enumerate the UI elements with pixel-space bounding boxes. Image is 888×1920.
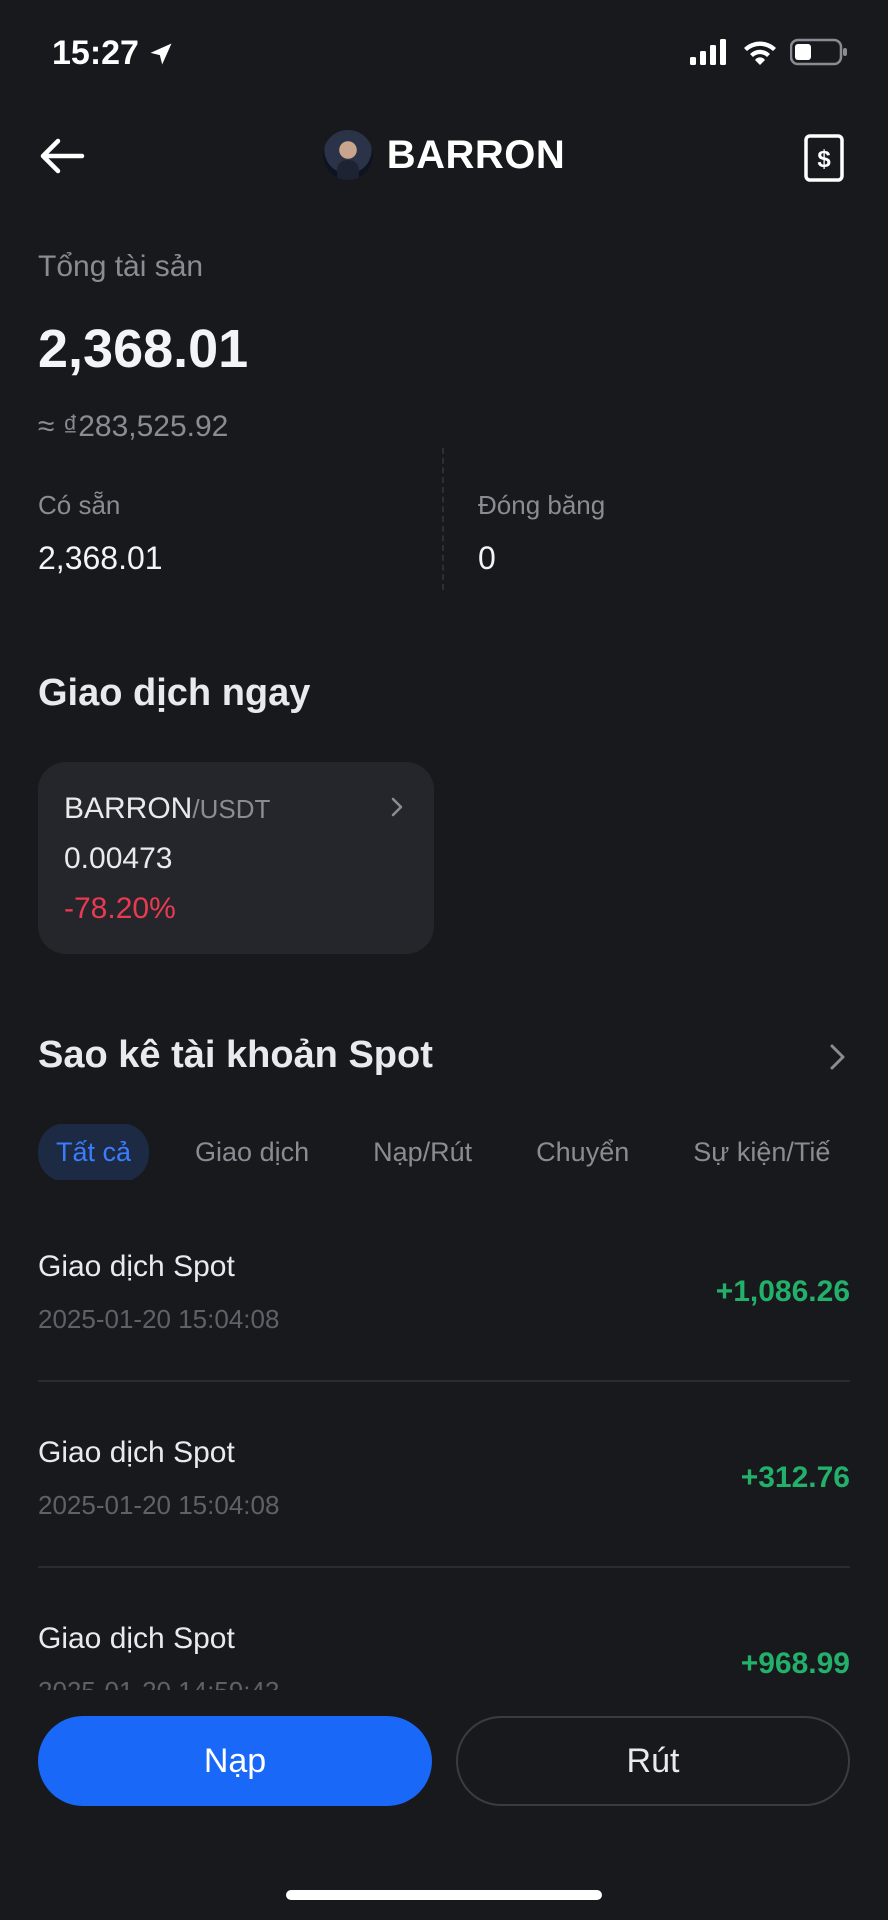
row-time: 2025-01-20 15:04:08	[38, 1304, 280, 1334]
home-indicator[interactable]	[286, 1890, 602, 1900]
header-title-group: BARRON	[0, 130, 888, 180]
pair-base: BARRON	[64, 792, 193, 825]
frozen-value: 0	[478, 540, 496, 576]
page-title: BARRON	[386, 132, 566, 177]
table-row[interactable]: Giao dịch Spot 2025-01-20 15:04:08 +312.…	[0, 1416, 888, 1566]
vertical-divider	[442, 448, 444, 590]
row-amount: +1,086.26	[715, 1275, 850, 1308]
table-row[interactable]: Giao dịch Spot 2025-01-20 15:04:08 +1,08…	[0, 1230, 888, 1380]
pair-name: BARRON/USDT	[64, 792, 270, 826]
status-icons	[690, 38, 848, 66]
deposit-button[interactable]: Nạp	[38, 1716, 432, 1806]
tab-all[interactable]: Tất cả	[38, 1124, 150, 1180]
total-assets-label: Tổng tài sản	[38, 250, 204, 283]
row-amount: +968.99	[740, 1647, 850, 1680]
battery-icon	[790, 38, 847, 66]
row-title: Giao dịch Spot	[38, 1436, 235, 1469]
statement-heading: Sao kê tài khoản Spot	[38, 1034, 433, 1076]
row-amount: +312.76	[740, 1461, 850, 1494]
withdraw-button[interactable]: Rút	[456, 1716, 850, 1806]
tab-deposit-withdraw[interactable]: Nạp/Rút	[373, 1137, 472, 1168]
total-assets-value: 2,368.01	[38, 319, 249, 379]
row-title: Giao dịch Spot	[38, 1250, 235, 1283]
trade-now-heading: Giao dịch ngay	[38, 672, 311, 714]
dollar-document-icon[interactable]: $	[804, 134, 844, 182]
pair-price: 0.00473	[64, 842, 173, 875]
statement-chevron-right-icon[interactable]	[822, 1042, 852, 1072]
tab-transfer[interactable]: Chuyển	[536, 1137, 629, 1168]
chevron-right-icon	[391, 797, 403, 817]
wifi-icon	[744, 41, 776, 65]
row-divider	[38, 1380, 850, 1382]
status-time: 15:27	[52, 34, 175, 73]
total-assets-fiat: ≈ ₫283,525.92	[38, 410, 229, 443]
frozen-label: Đóng băng	[478, 490, 606, 520]
trading-pair-card[interactable]: BARRON/USDT 0.00473 -78.20%	[38, 762, 434, 954]
signal-icon	[690, 39, 726, 65]
available-label: Có sẵn	[38, 490, 121, 520]
tab-trade[interactable]: Giao dịch	[195, 1137, 309, 1168]
token-avatar	[322, 130, 373, 180]
pair-quote: /USDT	[192, 794, 271, 824]
location-arrow-icon	[150, 43, 172, 64]
status-time-text: 15:27	[52, 34, 139, 72]
row-divider	[38, 1566, 850, 1568]
row-time: 2025-01-20 15:04:08	[38, 1490, 280, 1520]
available-value: 2,368.01	[38, 540, 163, 576]
statement-tabs: Tất cả Giao dịch Nạp/Rút Chuyển Sự kiện/…	[38, 1124, 888, 1180]
tab-events[interactable]: Sự kiện/Tiế	[693, 1137, 830, 1168]
svg-text:$: $	[817, 146, 831, 173]
pair-change: -78.20%	[64, 892, 176, 925]
row-title: Giao dịch Spot	[38, 1622, 235, 1655]
